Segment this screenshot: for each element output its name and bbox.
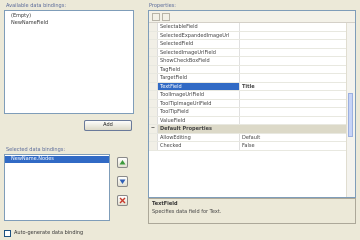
move-up-button[interactable] [117, 157, 128, 168]
property-value[interactable] [240, 32, 355, 40]
property-row[interactable]: SelectedExpandedImageUrl [149, 31, 355, 40]
row-gutter [149, 116, 158, 124]
categorized-icon[interactable] [152, 12, 160, 21]
property-row[interactable]: SelectedField [149, 40, 355, 49]
property-value[interactable] [240, 23, 355, 31]
add-button[interactable]: Add [84, 120, 132, 131]
property-category-row[interactable]: − Default Properties [149, 125, 355, 134]
property-row[interactable]: ToolTipField [149, 108, 355, 117]
delete-icon [119, 197, 126, 204]
property-grid[interactable]: SelectableField SelectedExpandedImageUrl S… [148, 10, 356, 198]
property-name: AllowEditing [158, 133, 240, 141]
property-name: ShowCheckBoxField [158, 57, 240, 65]
property-name: Default Properties [160, 126, 212, 132]
scrollbar-thumb[interactable] [348, 93, 353, 137]
property-name: ToolTipImageUrlField [158, 99, 240, 107]
property-name: Checked [158, 142, 240, 150]
property-value[interactable] [240, 57, 355, 65]
description-panel: TextField Specifies data field for Text. [148, 198, 356, 224]
description-text: Specifies data field for Text. [152, 209, 222, 215]
property-value[interactable] [240, 40, 355, 48]
property-row[interactable]: ToolTipImageUrlField [149, 99, 355, 108]
property-value[interactable] [240, 74, 355, 82]
description-title: TextField [152, 201, 178, 207]
property-name: SelectableField [158, 23, 240, 31]
property-rows: SelectableField SelectedExpandedImageUrl S… [149, 23, 355, 151]
row-gutter [149, 65, 158, 73]
property-name: TextField [158, 82, 240, 90]
auto-generate-checkbox[interactable] [4, 230, 11, 237]
property-value[interactable] [240, 49, 355, 57]
row-gutter [149, 31, 158, 39]
property-name: ToolImageUrlField [158, 91, 240, 99]
property-row[interactable]: ValueField [149, 116, 355, 125]
alphabetical-icon[interactable] [162, 12, 170, 21]
row-gutter [149, 40, 158, 48]
list-item[interactable]: (Empty) [5, 13, 133, 20]
scrollbar[interactable] [346, 23, 355, 197]
property-name: TagField [158, 65, 240, 73]
property-row[interactable]: Checked False [149, 142, 355, 151]
property-row[interactable]: ToolImageUrlField [149, 91, 355, 100]
property-value[interactable]: False [240, 142, 355, 150]
property-value[interactable]: Default [240, 134, 355, 142]
row-gutter [149, 74, 158, 82]
list-item[interactable]: NewNameField [5, 20, 133, 27]
property-value[interactable] [240, 117, 355, 125]
available-bindings-label: Available data bindings: [6, 3, 66, 9]
property-row[interactable]: SelectableField [149, 23, 355, 32]
property-value[interactable]: Title [240, 83, 355, 91]
auto-generate-label: Auto-generate data binding [14, 230, 84, 236]
property-name: SelectedField [158, 40, 240, 48]
property-row[interactable]: TextField Title [149, 82, 355, 91]
row-gutter [149, 99, 158, 107]
row-gutter [149, 108, 158, 116]
property-name: SelectedImageUrlField [158, 48, 240, 56]
property-name: SelectedExpandedImageUrl [158, 31, 240, 39]
property-row[interactable]: AllowEditing Default [149, 133, 355, 142]
move-down-button[interactable] [117, 176, 128, 187]
row-gutter [149, 57, 158, 65]
available-bindings-list[interactable]: (Empty) NewNameField [4, 10, 134, 114]
property-name: ValueField [158, 116, 240, 124]
row-gutter [149, 142, 158, 150]
property-value[interactable] [240, 108, 355, 116]
properties-label: Properties: [149, 3, 176, 9]
arrow-down-icon [119, 179, 126, 184]
delete-button[interactable] [117, 195, 128, 206]
collapse-icon[interactable]: − [149, 125, 158, 133]
property-row[interactable]: ShowCheckBoxField [149, 57, 355, 66]
row-gutter [149, 82, 158, 90]
property-value[interactable] [240, 91, 355, 99]
selected-bindings-label: Selected data bindings: [6, 147, 66, 153]
property-row[interactable]: TagField [149, 65, 355, 74]
property-row[interactable]: TargetField [149, 74, 355, 83]
property-value[interactable] [240, 100, 355, 108]
row-gutter [149, 23, 158, 31]
property-name: ToolTipField [158, 108, 240, 116]
property-name: TargetField [158, 74, 240, 82]
row-gutter [149, 48, 158, 56]
property-grid-toolbar [149, 11, 355, 23]
row-gutter [149, 91, 158, 99]
property-row[interactable]: SelectedImageUrlField [149, 48, 355, 57]
row-gutter [149, 133, 158, 141]
property-value[interactable] [240, 66, 355, 74]
list-item[interactable]: NewName.Nodes [5, 156, 109, 163]
selected-bindings-list[interactable]: NewName.Nodes [4, 154, 110, 221]
arrow-up-icon [119, 160, 126, 165]
